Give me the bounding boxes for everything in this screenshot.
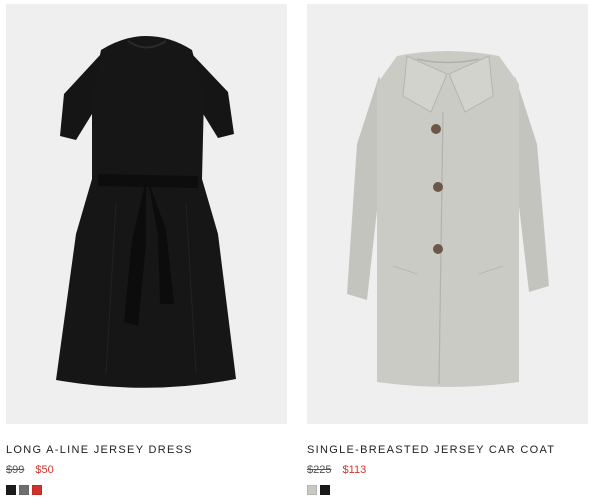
product-title[interactable]: LONG A-LINE JERSEY DRESS — [6, 443, 287, 457]
product-image-coat[interactable] — [307, 4, 588, 424]
sale-price: $50 — [35, 464, 54, 476]
original-price: $99 — [6, 464, 25, 476]
product-card-coat[interactable]: SINGLE-BREASTED JERSEY CAR COAT $225 $11… — [307, 4, 588, 495]
color-swatch-grey[interactable] — [307, 485, 317, 495]
color-swatches — [307, 485, 588, 495]
price-row: $99 $50 — [6, 464, 287, 477]
color-swatch-black[interactable] — [320, 485, 330, 495]
color-swatch-grey[interactable] — [19, 485, 29, 495]
price-row: $225 $113 — [307, 464, 588, 477]
coat-image — [347, 51, 549, 387]
product-title[interactable]: SINGLE-BREASTED JERSEY CAR COAT — [307, 443, 588, 457]
color-swatches — [6, 485, 287, 495]
product-card-dress[interactable]: LONG A-LINE JERSEY DRESS $99 $50 — [6, 4, 287, 495]
color-swatch-red[interactable] — [32, 485, 42, 495]
product-image-dress[interactable] — [6, 4, 287, 424]
original-price: $225 — [307, 464, 332, 476]
product-grid: LONG A-LINE JERSEY DRESS $99 $50 SINGLE-… — [0, 0, 596, 503]
dress-image — [56, 36, 236, 388]
color-swatch-black[interactable] — [6, 485, 16, 495]
sale-price: $113 — [342, 464, 367, 476]
